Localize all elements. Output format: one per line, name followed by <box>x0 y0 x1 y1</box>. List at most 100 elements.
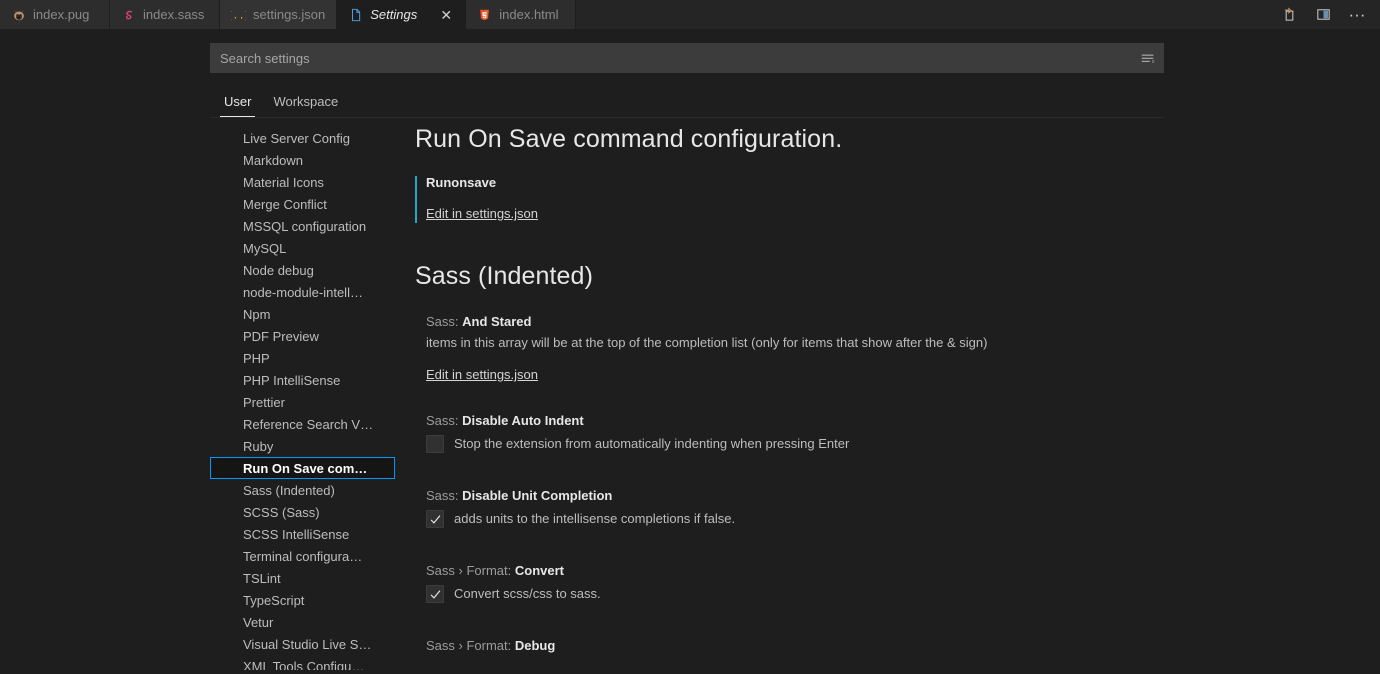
tab-bar-filler <box>576 0 1274 29</box>
search-input[interactable] <box>210 43 1164 73</box>
setting-group-runonsave: Runonsave Edit in settings.json <box>415 174 1350 223</box>
json-icon: {..} <box>231 7 246 22</box>
toc-item[interactable]: Npm <box>210 303 395 325</box>
toc-item[interactable]: Reference Search V… <box>210 413 395 435</box>
toc-item-label: Node debug <box>243 263 314 278</box>
settings-body: Live Server Config Markdown Material Icons… <box>0 125 1380 670</box>
sass-icon <box>121 7 136 22</box>
setting-prefix: Sass › Format: <box>426 563 515 578</box>
split-editor-button[interactable] <box>1280 6 1298 24</box>
tab-settings[interactable]: Settings ✕ <box>337 0 467 29</box>
svg-text:x: x <box>1151 59 1154 65</box>
pug-icon <box>11 7 26 22</box>
setting-description: items in this array will be at the top o… <box>426 335 988 350</box>
toc-item[interactable]: Sass (Indented) <box>210 479 395 501</box>
toc-item[interactable]: MSSQL configuration <box>210 215 395 237</box>
toc-item[interactable]: Node debug <box>210 259 395 281</box>
setting-prefix: Sass: <box>426 314 463 329</box>
tab-user[interactable]: User <box>220 94 256 117</box>
settings-content: Run On Save command configuration. Runon… <box>395 125 1380 670</box>
editor-actions: ··· <box>1274 0 1380 29</box>
toc-item[interactable]: PHP <box>210 347 395 369</box>
toc-item-label: Material Icons <box>243 175 324 190</box>
toc-item[interactable]: Visual Studio Live S… <box>210 633 395 655</box>
more-actions-button[interactable]: ··· <box>1348 6 1366 24</box>
toc-item[interactable]: Terminal configura… <box>210 545 395 567</box>
toc-item[interactable]: Material Icons <box>210 171 395 193</box>
toc-item[interactable]: Vetur <box>210 611 395 633</box>
tab-label: settings.json <box>253 7 326 22</box>
settings-toc[interactable]: Live Server Config Markdown Material Icons… <box>210 125 395 670</box>
toc-item-label: Prettier <box>243 395 285 410</box>
toc-item-label: Reference Search V… <box>243 417 374 432</box>
toc-item[interactable]: Ruby <box>210 435 395 457</box>
scope-tabs: User Workspace <box>210 90 1164 117</box>
edit-in-settings-json-link[interactable]: Edit in settings.json <box>426 206 538 221</box>
toc-item[interactable]: Run On Save com… <box>210 457 395 479</box>
toc-item-label: Sass (Indented) <box>243 483 335 498</box>
svg-text:{..}: {..} <box>231 10 246 22</box>
toc-item[interactable]: MySQL <box>210 237 395 259</box>
toc-item-label: Terminal configura… <box>243 549 363 564</box>
toc-item-label: SCSS (Sass) <box>243 505 320 520</box>
setting-key: Sass › Format: Debug <box>426 637 1350 655</box>
setting-key: Sass: Disable Unit Completion <box>426 487 1350 505</box>
editor-tab-bar: index.pug index.sass {..} settings.json … <box>0 0 1380 29</box>
toc-item[interactable]: Prettier <box>210 391 395 413</box>
toc-item-label: PDF Preview <box>243 329 319 344</box>
setting-description: Stop the extension from automatically in… <box>454 436 850 451</box>
toc-item[interactable]: PHP IntelliSense <box>210 369 395 391</box>
setting-prefix: Sass › Format: <box>426 638 515 653</box>
check-icon <box>430 514 440 524</box>
toc-item[interactable]: Markdown <box>210 149 395 171</box>
scope-tab-label: User <box>224 94 252 109</box>
setting-sass-and-stared: Sass: And Stared items in this array wil… <box>415 313 1350 384</box>
settings-editor: x User Workspace Live Server Config Markd… <box>0 29 1380 674</box>
toc-item-label: Visual Studio Live S… <box>243 637 372 652</box>
edit-in-settings-json-link[interactable]: Edit in settings.json <box>426 367 538 382</box>
toc-item-label: Markdown <box>243 153 303 168</box>
toc-item[interactable]: Live Server Config <box>210 127 395 149</box>
toc-item[interactable]: TSLint <box>210 567 395 589</box>
header-divider <box>210 117 1164 118</box>
setting-control-row: adds units to the intellisense completio… <box>426 510 1350 528</box>
tab-label: index.html <box>499 7 559 22</box>
toc-item[interactable]: XML Tools Configu… <box>210 655 395 670</box>
setting-name: And Stared <box>462 314 532 329</box>
filter-icon[interactable]: x <box>1137 48 1158 69</box>
toc-item[interactable]: node-module-intell… <box>210 281 395 303</box>
tab-index-pug[interactable]: index.pug <box>0 0 110 29</box>
setting-description: Convert scss/css to sass. <box>454 586 601 601</box>
setting-key: Sass: Disable Auto Indent <box>426 412 1350 430</box>
setting-key: Runonsave <box>426 174 1350 192</box>
toc-item[interactable]: SCSS (Sass) <box>210 501 395 523</box>
toc-item-label: TypeScript <box>243 593 305 608</box>
toc-item[interactable]: SCSS IntelliSense <box>210 523 395 545</box>
toc-item-label: Ruby <box>243 439 274 454</box>
setting-control-row: Stop the extension from automatically in… <box>426 435 1350 453</box>
tab-index-html[interactable]: index.html <box>466 0 577 29</box>
checkbox-format-convert[interactable] <box>426 585 444 603</box>
checkbox-disable-unit-completion[interactable] <box>426 510 444 528</box>
toggle-panel-button[interactable] <box>1314 6 1332 24</box>
tab-workspace[interactable]: Workspace <box>269 95 342 117</box>
toc-item-label: PHP IntelliSense <box>243 373 341 388</box>
setting-sass-format-debug: Sass › Format: Debug <box>415 637 1350 655</box>
toc-item-label: MSSQL configuration <box>243 219 367 234</box>
setting-prefix: Sass: <box>426 488 463 503</box>
setting-name: Debug <box>514 638 556 653</box>
tab-label: index.sass <box>143 7 205 22</box>
toc-item[interactable]: TypeScript <box>210 589 395 611</box>
tab-index-sass[interactable]: index.sass <box>110 0 220 29</box>
close-icon[interactable]: ✕ <box>438 7 454 23</box>
checkbox-disable-auto-indent[interactable] <box>426 435 444 453</box>
setting-description: adds units to the intellisense completio… <box>454 511 736 526</box>
check-icon <box>430 589 440 599</box>
toc-item-label: Npm <box>243 307 271 322</box>
setting-sass-format-convert: Sass › Format: Convert Convert scss/css … <box>415 562 1350 603</box>
toc-item[interactable]: Merge Conflict <box>210 193 395 215</box>
tab-settings-json[interactable]: {..} settings.json <box>220 0 338 29</box>
toc-item[interactable]: PDF Preview <box>210 325 395 347</box>
setting-name: Disable Unit Completion <box>462 488 613 503</box>
settings-header: x User Workspace <box>0 29 1380 117</box>
